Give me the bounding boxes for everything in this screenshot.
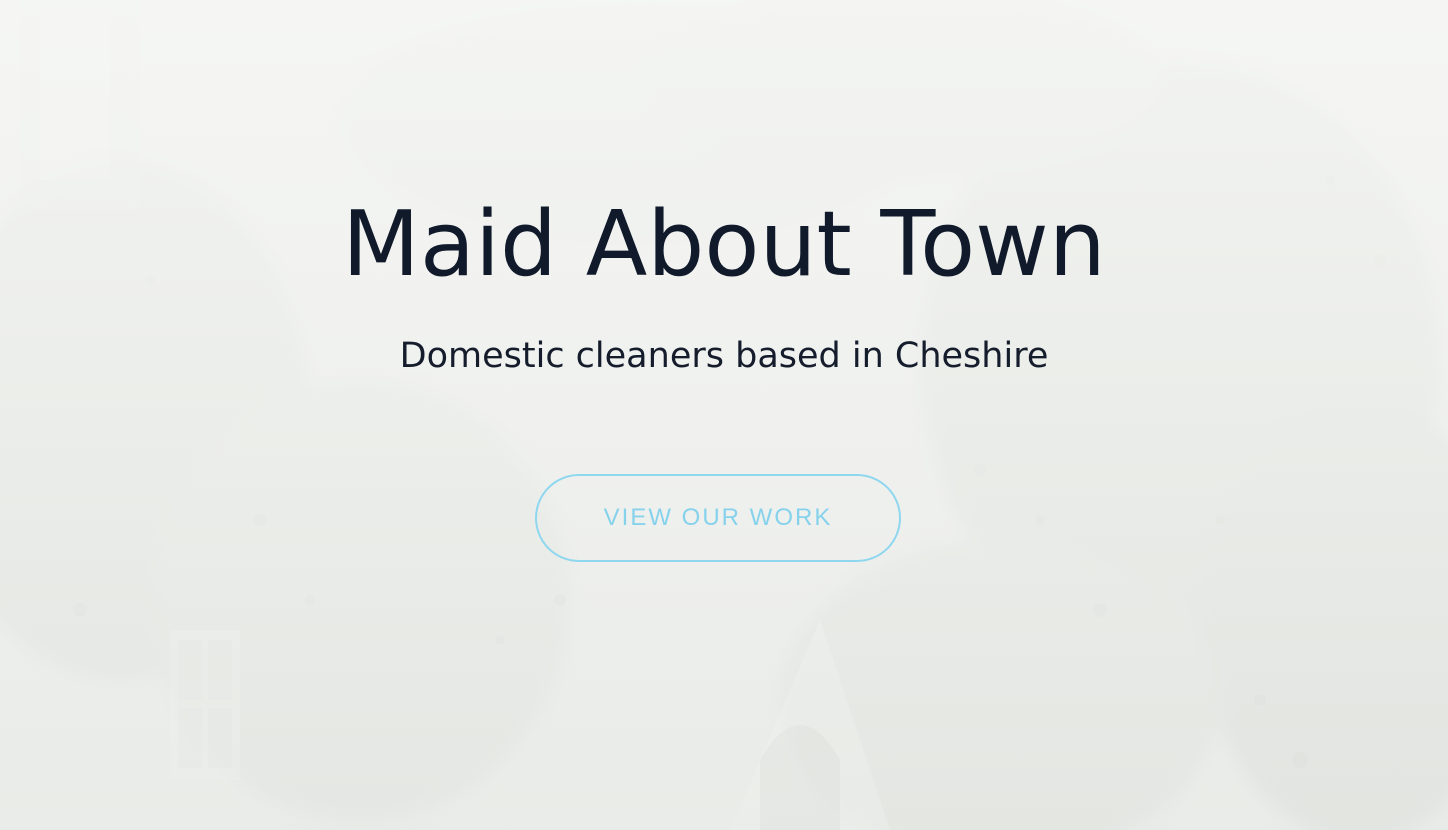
hero-content: Maid About Town Domestic cleaners based … (0, 0, 1448, 830)
hero-section: Maid About Town Domestic cleaners based … (0, 0, 1448, 830)
view-our-work-button[interactable]: VIEW OUR WORK (535, 474, 901, 562)
page-title: Maid About Town (342, 192, 1106, 297)
hero-subtitle: Domestic cleaners based in Cheshire (399, 336, 1049, 376)
